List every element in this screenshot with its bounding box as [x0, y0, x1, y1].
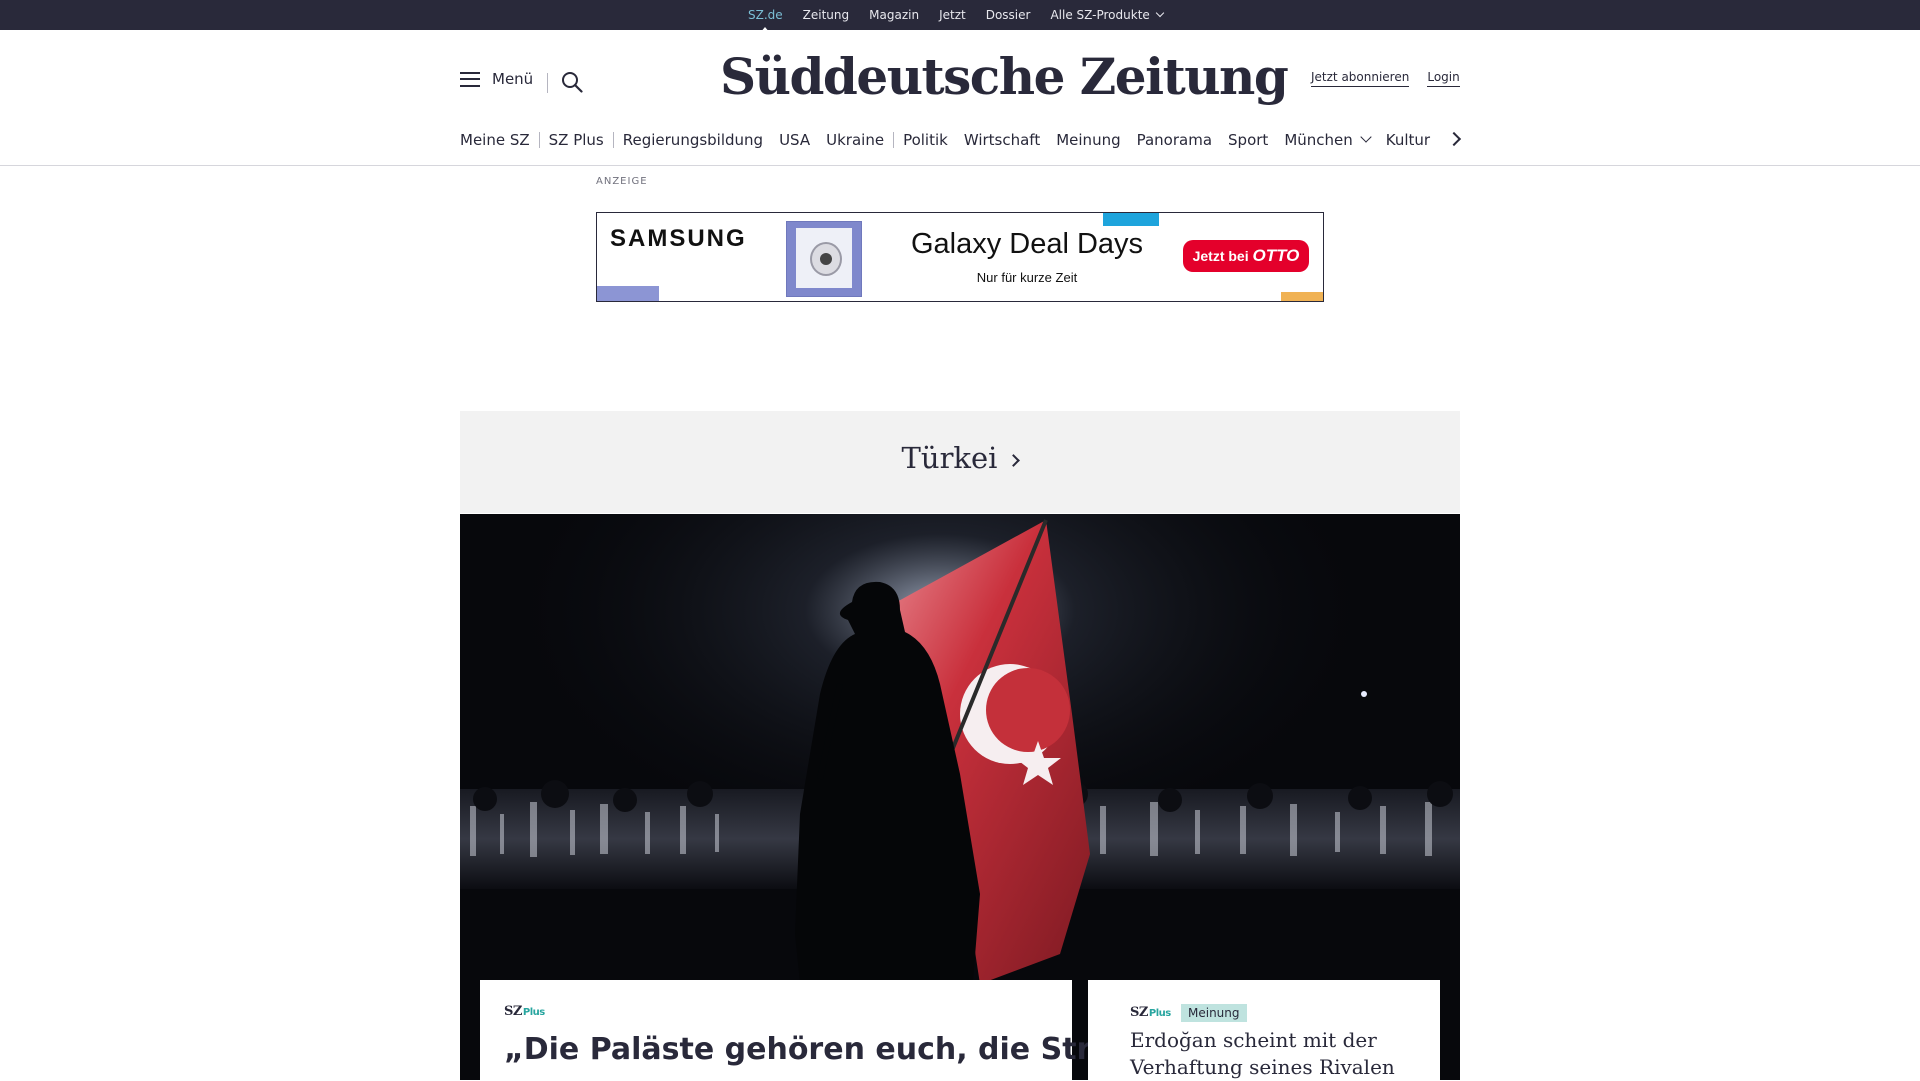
- lead-article-card[interactable]: SZPlus „Die Paläste gehören euch, die St…: [480, 980, 1175, 1080]
- nav-item-sport[interactable]: Sport: [1228, 131, 1268, 149]
- nav-item-panorama[interactable]: Panorama: [1137, 131, 1212, 149]
- nav-divider: [612, 132, 614, 148]
- top-bar: SZ.de Zeitung Magazin Jetzt Dossier Alle…: [0, 0, 1920, 33]
- sz-plus-label: Plus: [522, 1007, 545, 1018]
- sz-plus-logo: SZPlus: [504, 1004, 545, 1019]
- chevron-right-icon: [1007, 454, 1021, 467]
- sz-plus-brand: SZ: [504, 1004, 522, 1019]
- nav-item-meine-sz[interactable]: Meine SZ: [460, 131, 530, 149]
- nav-item-wirtschaft[interactable]: Wirtschaft: [964, 131, 1040, 149]
- nav-item-usa[interactable]: USA: [779, 131, 810, 149]
- ad-banner[interactable]: SAMSUNG Galaxy Deal Days Nur für kurze Z…: [596, 212, 1324, 302]
- subscribe-link[interactable]: Jetzt abonnieren: [1311, 70, 1410, 87]
- header-divider-line: [0, 165, 1920, 166]
- opinion-badge: Meinung: [1181, 1004, 1247, 1022]
- lead-article-headline[interactable]: „Die Paläste gehören euch, die Straßen: [504, 1030, 1175, 1070]
- nav-item-kultur[interactable]: Kultur: [1386, 131, 1430, 149]
- all-products-label: Alle SZ-Produkte: [1050, 8, 1150, 22]
- product-link-zeitung[interactable]: Zeitung: [803, 8, 849, 22]
- nav-item-politik[interactable]: Politik: [903, 131, 948, 149]
- site-logo[interactable]: Süddeutsche Zeitung: [720, 42, 1289, 112]
- nav-item-sz-plus[interactable]: SZ Plus: [549, 131, 604, 149]
- ad-product-image: [786, 221, 862, 297]
- topic-header: Türkei: [460, 411, 1460, 513]
- sz-plus-logo: SZPlus: [1130, 1005, 1171, 1020]
- nav-item-regierungsbildung[interactable]: Regierungsbildung: [623, 131, 763, 149]
- nav-divider: [893, 132, 895, 148]
- all-products-dropdown[interactable]: Alle SZ-Produkte: [1050, 8, 1165, 22]
- sz-plus-label: Plus: [1148, 1008, 1171, 1019]
- nav-item-ukraine[interactable]: Ukraine: [826, 131, 884, 149]
- ad-cta-brand: OTTO: [1252, 246, 1300, 265]
- ad-cta-button[interactable]: Jetzt bei OTTO: [1183, 240, 1309, 272]
- nav-item-meinung[interactable]: Meinung: [1056, 131, 1120, 149]
- nav-item-muenchen[interactable]: München: [1284, 131, 1372, 149]
- nav-item-muenchen-label: München: [1284, 131, 1353, 149]
- topic-link[interactable]: Türkei: [460, 441, 1460, 475]
- login-link[interactable]: Login: [1427, 70, 1460, 87]
- ad-cta-prefix: Jetzt bei: [1192, 248, 1249, 264]
- watch-icon: [810, 242, 842, 276]
- section-nav: Meine SZ SZ Plus Regierungsbildung USA U…: [460, 128, 1446, 152]
- search-icon[interactable]: [561, 71, 583, 93]
- ad-brand: SAMSUNG: [610, 225, 747, 252]
- ad-title: Galaxy Deal Days: [910, 228, 1144, 260]
- product-link-magazin[interactable]: Magazin: [869, 8, 919, 22]
- ad-decoration: [597, 286, 659, 301]
- sz-plus-brand: SZ: [1130, 1005, 1148, 1020]
- hamburger-icon: [460, 71, 480, 87]
- menu-label: Menü: [492, 70, 534, 88]
- account-links: Jetzt abonnieren Login: [1311, 70, 1460, 87]
- side-article-headline[interactable]: Erdoğan scheint mit der Verhaftung seine…: [1130, 1027, 1430, 1081]
- ad-subtitle: Nur für kurze Zeit: [976, 270, 1078, 285]
- ad-decoration: [1103, 213, 1159, 226]
- product-link-szde[interactable]: SZ.de: [748, 8, 783, 33]
- menu-button[interactable]: Menü: [460, 70, 533, 88]
- product-nav: SZ.de Zeitung Magazin Jetzt Dossier Alle…: [748, 0, 1165, 33]
- ad-decoration: [1281, 292, 1323, 301]
- product-link-dossier[interactable]: Dossier: [986, 8, 1031, 22]
- chevron-down-icon: [1360, 131, 1372, 143]
- chevron-right-icon[interactable]: [1446, 131, 1462, 147]
- header-divider: [547, 73, 548, 93]
- ad-label: ANZEIGE: [596, 176, 648, 187]
- chevron-down-icon: [1155, 8, 1165, 18]
- topic-title: Türkei: [901, 441, 998, 475]
- side-article-card[interactable]: SZPlus Meinung Erdoğan scheint mit der V…: [1088, 980, 1440, 1080]
- product-link-jetzt[interactable]: Jetzt: [939, 8, 966, 22]
- nav-divider: [538, 132, 540, 148]
